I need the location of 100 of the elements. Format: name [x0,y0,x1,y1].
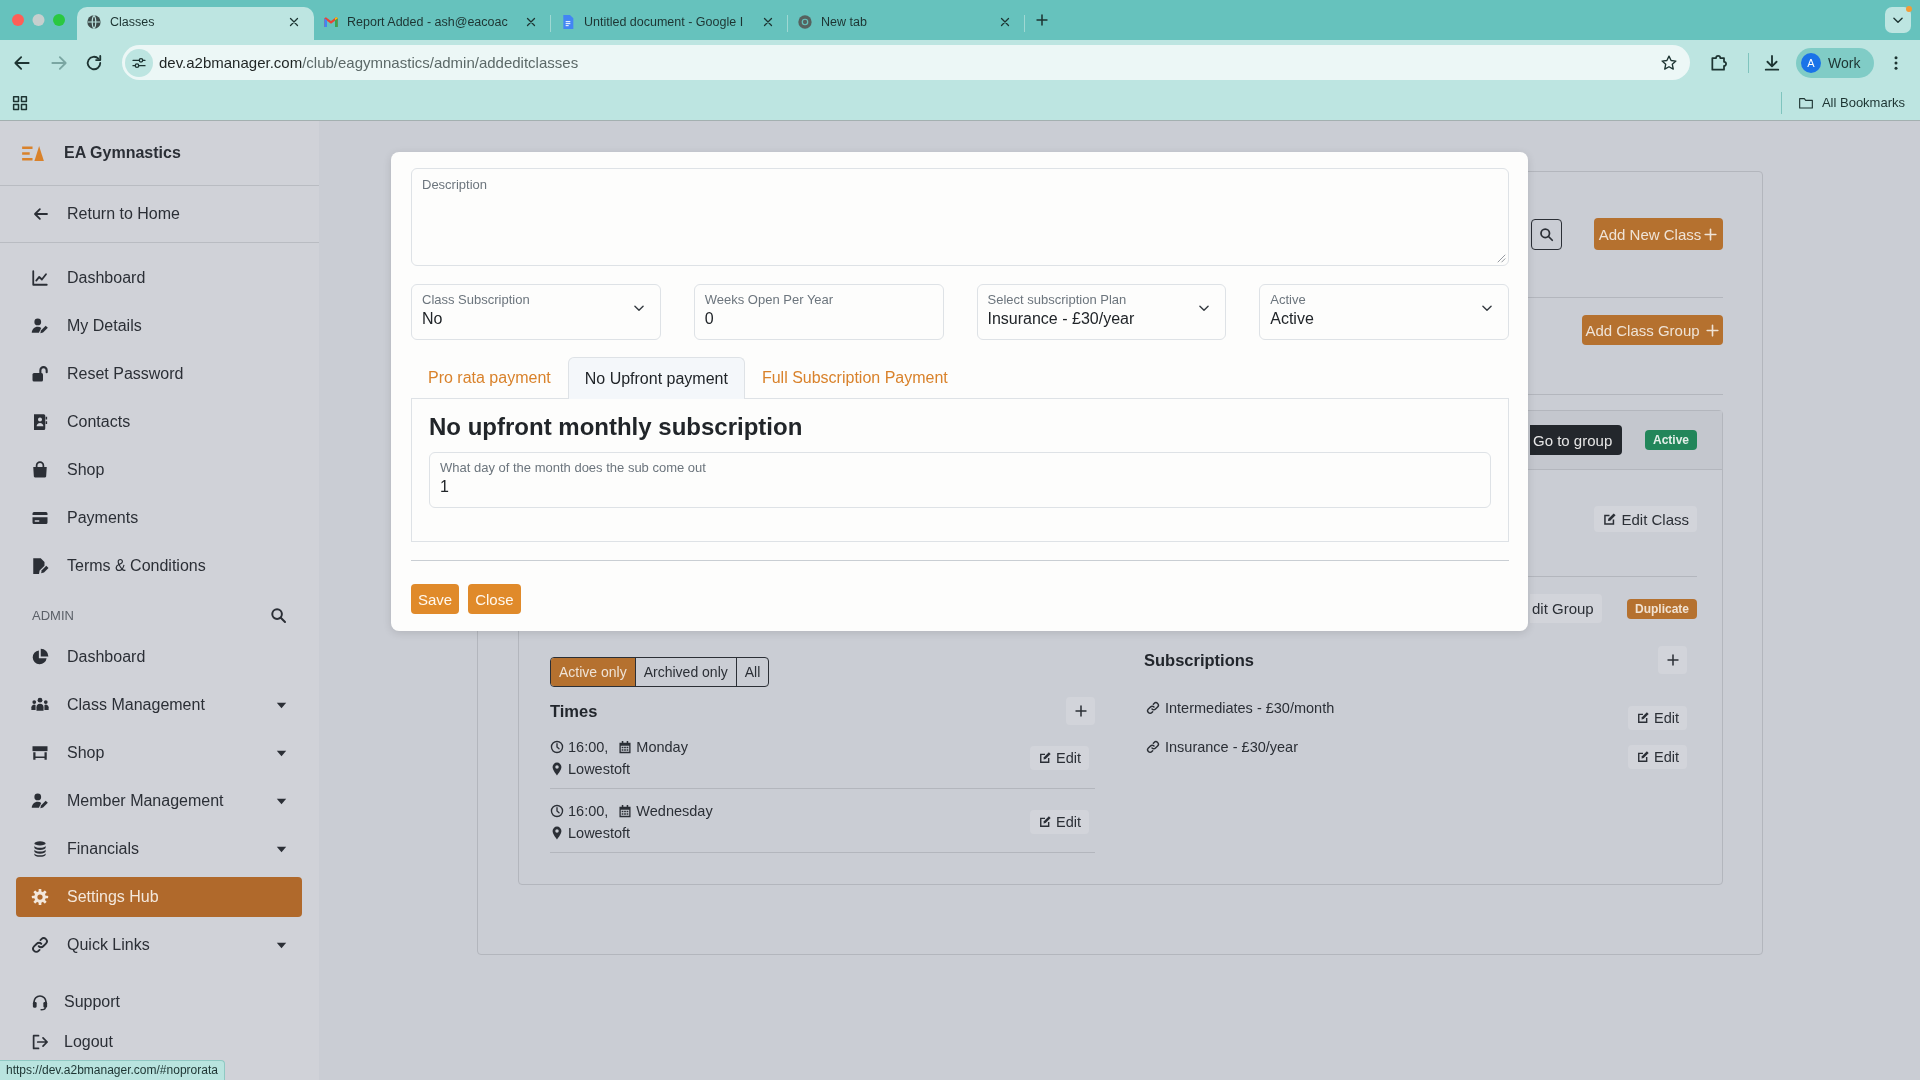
status-badge: Active [1644,430,1697,450]
nav-item[interactable]: Terms & Conditions [16,546,302,586]
nav-item[interactable]: Quick Links [16,925,302,965]
ring-icon [797,13,813,30]
pie-chart-icon [31,648,49,666]
brand-name: EA Gymnastics [64,144,181,162]
nav-item[interactable]: Payments [16,498,302,538]
reload-icon[interactable] [84,52,104,73]
nav-item[interactable]: Shop [16,450,302,490]
nav-item[interactable]: Reset Password [16,354,302,394]
nav-item[interactable]: Financials [16,829,302,869]
pin-icon [550,826,564,840]
tab-search-button[interactable] [1885,7,1911,33]
star-icon[interactable] [1660,53,1678,72]
nav-item[interactable]: Dashboard [16,637,302,677]
nav-item[interactable]: Logout [0,1025,319,1059]
nav-item[interactable]: Settings Hub [16,877,302,917]
edit-button[interactable]: Edit [1628,745,1687,769]
plus-icon [1665,653,1680,667]
edit-icon [1038,815,1052,829]
select-field[interactable]: Active Active [1259,284,1509,340]
section-heading: Subscriptions [1144,650,1254,670]
caret-icon [276,700,287,710]
payment-tab[interactable]: No Upfront payment [567,357,745,399]
close-icon[interactable] [999,15,1011,28]
edit-icon [1636,750,1650,764]
edit-button[interactable]: Edit [1628,706,1687,730]
link-icon [1146,740,1160,754]
location-text: Lowestoft [568,761,631,777]
input-field[interactable]: What day of the month does the sub come out 1 [429,452,1491,508]
bookmark-folder[interactable]: All Bookmarks [1797,94,1905,111]
section-heading: ADMIN [32,608,74,623]
add-subscription-button[interactable] [1658,646,1687,674]
site-settings-button[interactable] [125,48,153,77]
padlock-icon [31,365,49,383]
store-icon [31,744,49,762]
nav-item[interactable]: Support [0,985,319,1019]
select-field[interactable]: Class Subscription No [411,284,661,340]
edit-button[interactable]: Edit [1030,746,1089,770]
edit-class-button[interactable]: Edit Class [1594,506,1697,532]
nav-item[interactable]: Member Management [16,781,302,821]
user-icon [31,317,49,335]
nav-item[interactable]: Class Management [16,685,302,725]
select-field[interactable]: Select subscription Plan Insurance - £30/year [976,284,1227,340]
calendar-icon [618,740,633,754]
logo-icon [21,144,45,162]
nav-item[interactable]: My Details [16,306,302,346]
add-time-button[interactable] [1066,697,1095,725]
signed-document-icon [31,557,49,575]
resize-grip-icon[interactable] [1497,254,1506,263]
download-icon[interactable] [1762,52,1782,73]
nav-item[interactable]: Contacts [16,402,302,442]
day-text: Monday [636,739,688,755]
edit-button[interactable]: Edit [1030,810,1089,834]
browser-tab[interactable]: Untitled document - Google I [551,7,788,40]
close-icon[interactable] [288,15,300,28]
search-icon [1539,226,1554,242]
close-icon[interactable] [762,15,774,28]
browser-tab[interactable]: New tab [788,7,1025,40]
caret-icon [276,844,287,854]
filter-tab[interactable]: Archived only [634,658,736,686]
search-icon[interactable] [270,607,287,624]
bag-icon [31,461,49,479]
input-field[interactable]: Weeks Open Per Year 0 [693,284,944,340]
gear-icon [31,888,49,906]
people-icon [31,696,49,714]
close-icon[interactable] [525,15,537,28]
link-icon [31,936,49,954]
avatar: A [1801,52,1821,73]
nav-item[interactable]: Shop [16,733,302,773]
nav-item[interactable]: Dashboard [16,258,302,298]
headset-icon [31,993,49,1011]
description-field[interactable]: Description [411,168,1509,266]
pin-icon [550,762,564,776]
go-to-group-button[interactable]: Go to group [1530,425,1623,455]
caret-icon [276,940,287,950]
back-link[interactable]: Return to Home [32,205,180,223]
clock-icon [550,804,564,818]
edit-icon [1636,711,1650,725]
search-button[interactable] [1531,218,1562,250]
time-text: 16:00, [568,739,609,755]
filter-tab[interactable]: All [735,658,769,686]
line-chart-icon [31,269,49,287]
plus-icon [1703,226,1719,242]
browser-tab[interactable]: Classes [77,7,314,40]
time-text: 16:00, [568,803,609,819]
profile-button[interactable]: A Work [1796,47,1874,78]
edit-group-button[interactable]: dit Group [1530,594,1602,623]
subscription-link[interactable]: Insurance - £30/year [1146,737,1298,757]
address-bar[interactable]: dev.a2bmanager.com/club/eagymnastics/admin/addeditclasses [122,45,1690,80]
edit-icon [1602,511,1618,527]
globe-icon [86,13,102,30]
location-text: Lowestoft [568,825,631,841]
calendar-icon [618,804,633,818]
subscription-link[interactable]: Intermediates - £30/month [1146,698,1335,718]
puzzle-icon[interactable] [1709,52,1729,73]
browser-tab[interactable]: Report Added - ash@eacoac [314,7,551,40]
user-icon [31,792,49,810]
plus-icon[interactable] [1035,13,1049,27]
apps-grid-icon[interactable] [11,93,29,112]
